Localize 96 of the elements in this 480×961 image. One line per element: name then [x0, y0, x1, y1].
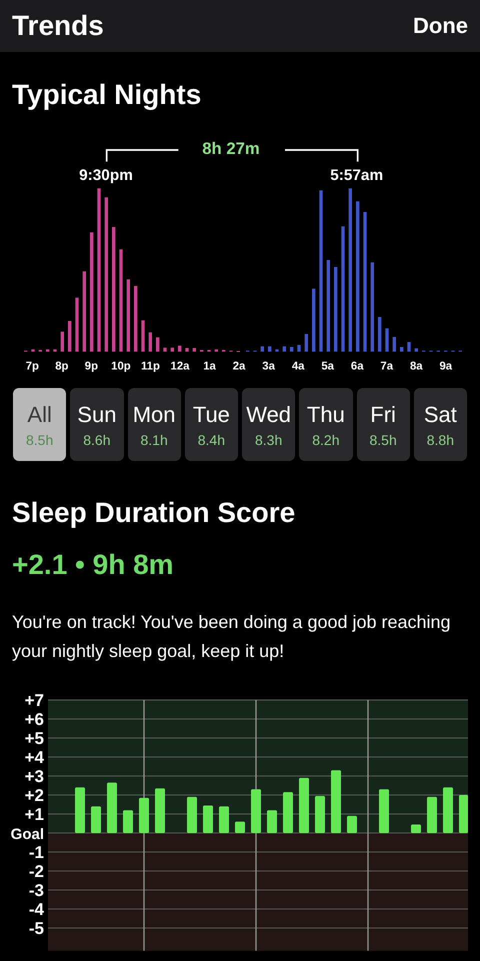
waketime-bar [297, 345, 301, 352]
score-bar [235, 822, 245, 833]
score-bar [251, 789, 261, 833]
hour-label: 12a [170, 360, 190, 372]
score-message: You're on track! You've been doing a good job reaching your nightly sleep goal, keep it up! [12, 611, 452, 663]
score-bar [331, 770, 341, 833]
axis-tick-label: Goal [10, 826, 44, 843]
axis-tick-label: +6 [24, 710, 44, 729]
hour-label: 9a [440, 360, 452, 372]
waketime-label: 5:57am [330, 167, 384, 184]
hour-label: 9p [84, 360, 98, 372]
score-bar [267, 810, 277, 833]
section-title: Sleep Duration Score [12, 496, 296, 530]
score-bar [379, 789, 389, 833]
bedtime-bar [192, 348, 196, 352]
score-bar [155, 788, 165, 833]
axis-tick-label: +3 [24, 767, 44, 786]
hour-label: 6a [350, 360, 364, 372]
day-tab[interactable]: Sun 8.6h [70, 388, 124, 461]
day-tab[interactable]: Thu 8.2h [299, 388, 352, 461]
bedtime-bar [31, 349, 35, 352]
bedtime-bar [46, 349, 50, 352]
score-bar [459, 795, 468, 833]
bedtime-bar [214, 349, 218, 352]
waketime-bar [385, 328, 389, 352]
duration-label: 8h 27m [202, 139, 260, 158]
score-bar [315, 796, 325, 833]
axis-tick-label: -5 [28, 919, 44, 938]
waketime-bar [268, 346, 272, 352]
bedtime-label: 9:30pm [79, 167, 133, 184]
waketime-bar [414, 348, 418, 352]
bedtime-bar [60, 332, 64, 352]
bedtime-bar [163, 348, 167, 352]
waketime-bar [407, 342, 411, 352]
bedtime-bar [148, 332, 152, 352]
score-bar [443, 787, 453, 833]
hour-label: 8p [55, 360, 68, 372]
hour-label: 11p [141, 360, 160, 372]
section-title: Typical Nights [12, 78, 202, 112]
hour-label: 5a [321, 360, 334, 372]
score-bar [219, 806, 229, 833]
axis-tick-label: -4 [28, 900, 44, 919]
bedtime-bar [141, 320, 145, 352]
axis-tick-label: +2 [24, 786, 44, 805]
waketime-bar [260, 346, 264, 352]
score-bar [427, 796, 437, 833]
day-tab[interactable]: Wed 8.3h [242, 388, 296, 461]
score-bar [107, 782, 117, 833]
axis-tick-label: +5 [24, 729, 44, 748]
bedtime-bar [68, 321, 72, 352]
waketime-bar [378, 317, 382, 352]
axis-tick-label: -3 [28, 881, 44, 900]
score-bar [347, 816, 357, 833]
day-tab[interactable]: Mon 8.1h [128, 388, 181, 461]
axis-tick-label: -1 [28, 843, 44, 862]
bedtime-bar [53, 349, 57, 352]
day-tab[interactable]: All 8.5h [13, 388, 66, 461]
waketime-bar [290, 347, 294, 352]
waketime-bar [400, 347, 404, 352]
hour-label: 4a [292, 360, 304, 372]
score-bar [283, 792, 293, 833]
waketime-bar [275, 349, 279, 352]
done-button[interactable]: Done [413, 13, 468, 39]
hour-label: 10p [111, 360, 131, 372]
waketime-bar [392, 337, 396, 352]
waketime-bar [304, 334, 308, 352]
day-tab[interactable]: Tue 8.4h [184, 388, 238, 461]
axis-tick-label: -2 [28, 862, 44, 881]
score-bar [75, 787, 85, 833]
day-tab[interactable]: Sat 8.8h [414, 388, 467, 461]
score-bar [123, 810, 133, 833]
score-bar [299, 778, 309, 833]
bedtime-bar [75, 298, 79, 352]
bedtime-bar [178, 346, 182, 352]
score-bar [139, 798, 149, 833]
bedtime-bar [156, 337, 160, 352]
axis-tick-label: +1 [24, 805, 44, 824]
waketime-bar [282, 346, 286, 352]
bedtime-bar [134, 286, 138, 352]
score-value: +2.1 • 9h 8m [12, 548, 175, 582]
score-bar [91, 806, 101, 833]
hour-label: 1a [203, 360, 216, 372]
waketime-bar [312, 288, 316, 352]
bedtime-bar [185, 348, 189, 352]
hour-label: 2a [232, 360, 246, 372]
hour-label: 7p [26, 360, 39, 372]
score-bar [187, 796, 197, 833]
score-bar [203, 805, 213, 833]
axis-tick-label: +4 [24, 748, 44, 767]
hour-label: 3a [262, 360, 275, 372]
bedtime-bar [170, 348, 174, 352]
axis-tick-label: +7 [24, 691, 44, 710]
day-tab[interactable]: Fri 8.5h [356, 388, 410, 461]
screen-title: Trends [12, 10, 104, 42]
hour-label: 7a [380, 360, 394, 372]
hour-label: 8a [410, 360, 423, 372]
